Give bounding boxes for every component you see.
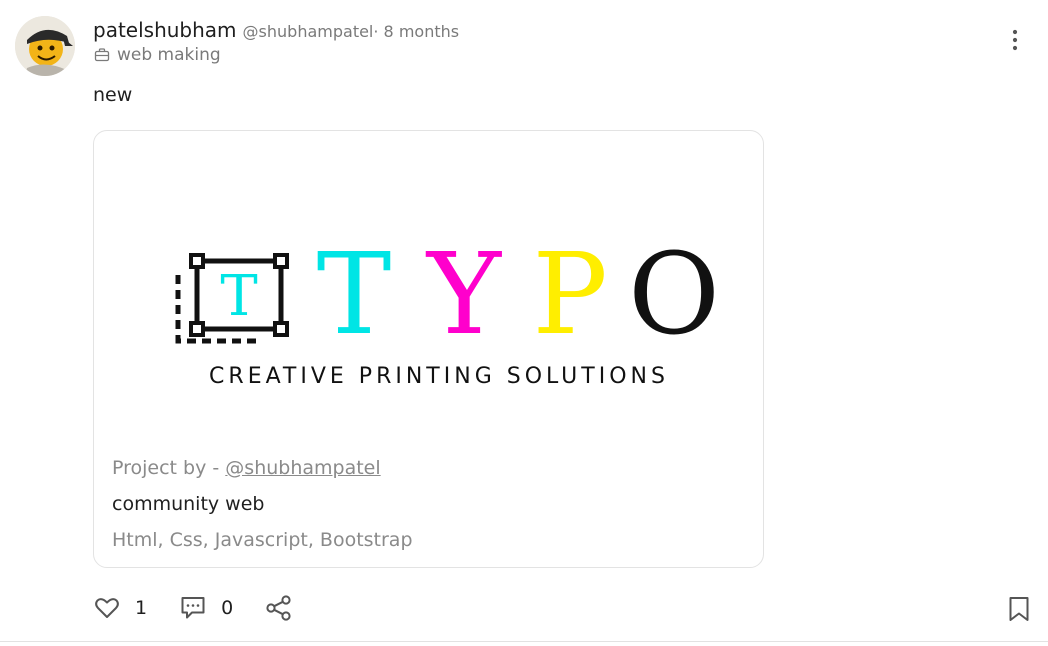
heart-icon [95,598,119,618]
logo-tagline: CREATIVE PRINTING SOLUTIONS [209,364,669,389]
bookmark-icon [1009,597,1029,621]
category-label: web making [117,45,221,65]
post-time: · 8 months [373,22,460,41]
post-card: patelshubham @shubhampatel · 8 months we… [0,0,1048,646]
logo-icon-letter: T [220,264,257,329]
post-actions: 1 0 [93,594,325,622]
category-row[interactable]: web making [94,45,221,65]
post-divider [0,641,1048,642]
project-by: Project by - @shubhampatel [112,457,381,479]
author-name[interactable]: patelshubham [93,18,237,42]
share-button[interactable] [265,594,293,622]
smiley-cap-avatar-icon [15,16,75,76]
project-by-prefix: Project by - [112,457,226,479]
like-count: 1 [135,597,148,619]
comment-count: 0 [221,597,234,619]
like-button[interactable]: 1 [93,594,147,622]
logo-letter-p: P [532,241,607,360]
logo-letter-y: Y [425,241,502,360]
author-row: patelshubham @shubhampatel · 8 months [93,18,459,42]
project-tech-stack: Html, Css, Javascript, Bootstrap [112,529,413,551]
project-title: community web [112,493,265,515]
briefcase-icon [94,48,110,62]
logo-letter-o: O [628,241,720,360]
more-vertical-icon [1012,29,1018,51]
comment-button[interactable]: 0 [179,594,233,622]
project-card[interactable]: T T Y P O CREATIVE PRINTING SOLUTIONS Pr… [93,130,764,568]
post-text: new [93,84,133,106]
logo-letter-t: T [317,241,392,360]
more-menu-button[interactable] [1003,28,1027,52]
author-handle[interactable]: @shubhampatel [243,22,374,41]
project-logo-image: T T Y P O CREATIVE PRINTING SOLUTIONS [175,241,720,389]
author-avatar[interactable] [15,16,75,76]
bookmark-button[interactable] [1006,595,1032,623]
project-author-link[interactable]: @shubhampatel [225,457,380,479]
share-icon [266,595,291,621]
comment-icon [181,597,205,619]
